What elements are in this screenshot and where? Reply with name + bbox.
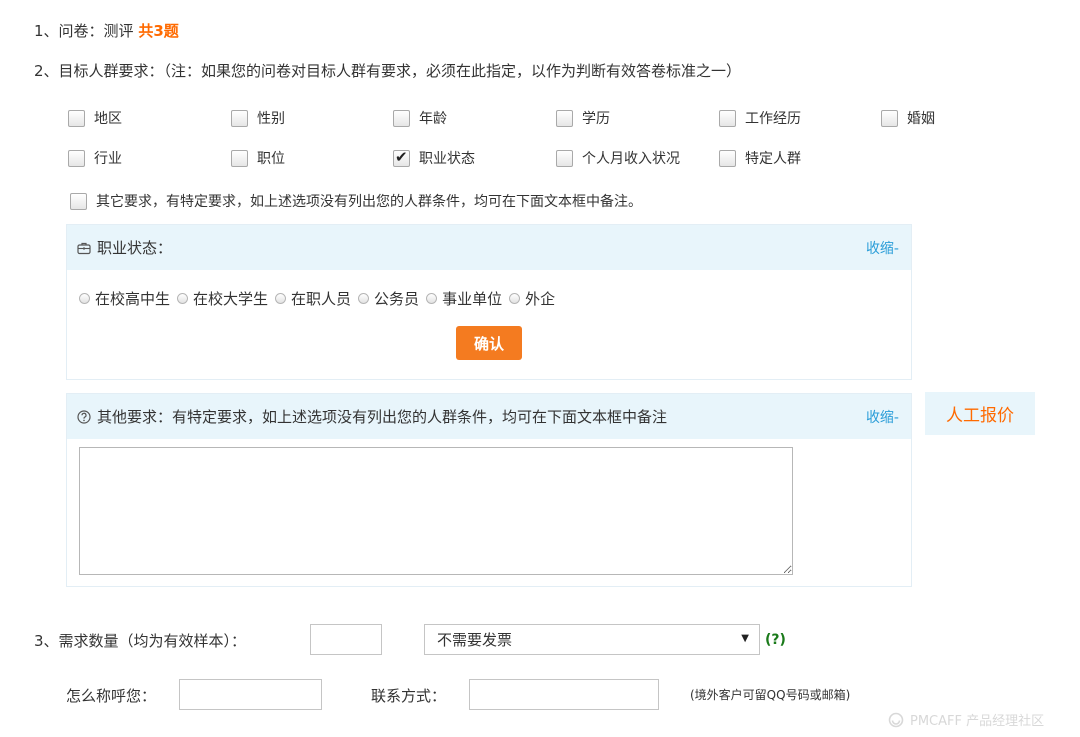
checkbox[interactable] xyxy=(70,192,87,210)
invoice-select[interactable]: 不需要发票 ▼ xyxy=(424,624,760,655)
radio[interactable] xyxy=(358,293,370,304)
criterion-label: 年龄 xyxy=(419,111,447,127)
confirm-button[interactable]: 确认 xyxy=(456,326,522,360)
question-count: 共3题 xyxy=(138,22,179,40)
question-circle-icon xyxy=(77,409,91,424)
occupation-panel-title: 职业状态： xyxy=(97,239,173,257)
criterion-other[interactable]: 其它要求，有特定要求，如上述选项没有列出您的人群条件，均可在下面文本框中备注。 xyxy=(70,191,642,211)
checkbox[interactable] xyxy=(231,109,248,127)
name-input[interactable] xyxy=(179,679,322,710)
watermark-text: PMCAFF 产品经理社区 xyxy=(910,714,1045,729)
criterion-label: 特定人群 xyxy=(745,151,801,167)
contact-input[interactable] xyxy=(469,679,659,710)
other-requirements-textarea[interactable] xyxy=(79,447,793,575)
radio[interactable] xyxy=(275,293,287,304)
other-requirements-panel: 其他要求：有特定要求，如上述选项没有列出您的人群条件，均可在下面文本框中备注 收… xyxy=(66,393,912,587)
quantity-input[interactable] xyxy=(310,624,382,655)
checkbox[interactable] xyxy=(393,109,410,127)
criterion-specific-group[interactable]: 特定人群 xyxy=(719,148,801,168)
occupation-panel-title-wrap: 职业状态： xyxy=(77,237,172,258)
criterion-label: 职位 xyxy=(257,151,285,167)
checkbox[interactable] xyxy=(556,109,573,127)
criterion-industry[interactable]: 行业 xyxy=(68,148,122,168)
radio[interactable] xyxy=(426,293,438,304)
occupation-option-high-school[interactable]: 在校高中生 xyxy=(79,288,170,309)
occupation-option-employed[interactable]: 在职人员 xyxy=(275,288,351,309)
criterion-age[interactable]: 年龄 xyxy=(393,108,447,128)
question-2-label: 2、目标人群要求：（注：如果您的问卷对目标人群有要求，必须在此指定，以作为判断有… xyxy=(34,62,742,80)
other-panel-title: 其他要求：有特定要求，如上述选项没有列出您的人群条件，均可在下面文本框中备注 xyxy=(97,408,668,426)
occupation-option-public-institution[interactable]: 事业单位 xyxy=(426,288,502,309)
criterion-gender[interactable]: 性别 xyxy=(231,108,285,128)
criterion-marriage[interactable]: 婚姻 xyxy=(881,108,935,128)
occupation-panel: 职业状态： 收缩- 在校高中生 在校大学生 在职人员 公务员 事业单位 外企 确… xyxy=(66,224,912,380)
criterion-label: 地区 xyxy=(94,111,122,127)
occupation-option-civil-servant[interactable]: 公务员 xyxy=(358,288,419,309)
radio[interactable] xyxy=(79,293,90,304)
occupation-option-foreign-company[interactable]: 外企 xyxy=(509,288,555,309)
question-3-label: 3、需求数量（均为有效样本）： xyxy=(34,632,247,650)
checkbox[interactable] xyxy=(719,109,736,127)
criterion-label: 学历 xyxy=(582,111,610,127)
name-label: 怎么称呼您： xyxy=(66,687,157,705)
contact-hint: (境外客户可留QQ号码或邮箱) xyxy=(690,688,851,702)
criterion-position[interactable]: 职位 xyxy=(231,148,285,168)
checkbox-checked[interactable] xyxy=(393,148,410,167)
occupation-option-university[interactable]: 在校大学生 xyxy=(177,288,268,309)
criterion-label: 性别 xyxy=(257,111,285,127)
question-1-text: 1、问卷：测评 xyxy=(34,22,139,40)
criterion-label: 其它要求，有特定要求，如上述选项没有列出您的人群条件，均可在下面文本框中备注。 xyxy=(96,194,642,210)
criterion-label: 行业 xyxy=(94,151,122,167)
criterion-monthly-income[interactable]: 个人月收入状况 xyxy=(556,148,680,168)
option-label: 在职人员 xyxy=(291,290,352,308)
criterion-region[interactable]: 地区 xyxy=(68,108,122,128)
other-panel-title-wrap: 其他要求：有特定要求，如上述选项没有列出您的人群条件，均可在下面文本框中备注 xyxy=(77,406,667,427)
criterion-work-experience[interactable]: 工作经历 xyxy=(719,108,801,128)
other-panel-header: 其他要求：有特定要求，如上述选项没有列出您的人群条件，均可在下面文本框中备注 收… xyxy=(67,394,911,439)
criterion-education[interactable]: 学历 xyxy=(556,108,610,128)
checkbox[interactable] xyxy=(231,149,248,167)
criterion-label: 个人月收入状况 xyxy=(582,151,680,167)
criterion-label: 婚姻 xyxy=(907,111,935,127)
occupation-options: 在校高中生 在校大学生 在职人员 公务员 事业单位 外企 xyxy=(79,288,562,309)
occupation-collapse-link[interactable]: 收缩- xyxy=(866,238,899,258)
other-collapse-link[interactable]: 收缩- xyxy=(866,407,899,427)
checkbox[interactable] xyxy=(68,149,85,167)
contact-label: 联系方式： xyxy=(371,687,447,705)
question-1: 1、问卷：测评 共3题 xyxy=(34,20,179,41)
radio[interactable] xyxy=(509,293,521,304)
option-label: 在校高中生 xyxy=(95,290,171,308)
option-label: 在校大学生 xyxy=(193,290,269,308)
checkbox[interactable] xyxy=(68,109,85,127)
invoice-help-link[interactable]: (?) xyxy=(765,632,786,648)
caret-down-icon: ▼ xyxy=(741,633,749,644)
checkbox[interactable] xyxy=(556,149,573,167)
occupation-panel-header: 职业状态： 收缩- xyxy=(67,225,911,270)
checkbox[interactable] xyxy=(881,109,898,127)
option-label: 事业单位 xyxy=(442,290,503,308)
criterion-occupation-status[interactable]: 职业状态 xyxy=(393,148,475,168)
criterion-label: 工作经历 xyxy=(745,111,801,127)
invoice-selected-value: 不需要发票 xyxy=(437,631,513,649)
manual-quote-button[interactable]: 人工报价 xyxy=(925,392,1035,435)
checkbox[interactable] xyxy=(719,149,736,167)
radio[interactable] xyxy=(177,293,189,304)
briefcase-icon xyxy=(77,242,91,254)
watermark-logo-icon xyxy=(888,712,904,727)
option-label: 公务员 xyxy=(374,290,420,308)
option-label: 外企 xyxy=(525,290,556,308)
criterion-label: 职业状态 xyxy=(419,151,475,167)
watermark: PMCAFF 产品经理社区 xyxy=(888,710,1044,729)
